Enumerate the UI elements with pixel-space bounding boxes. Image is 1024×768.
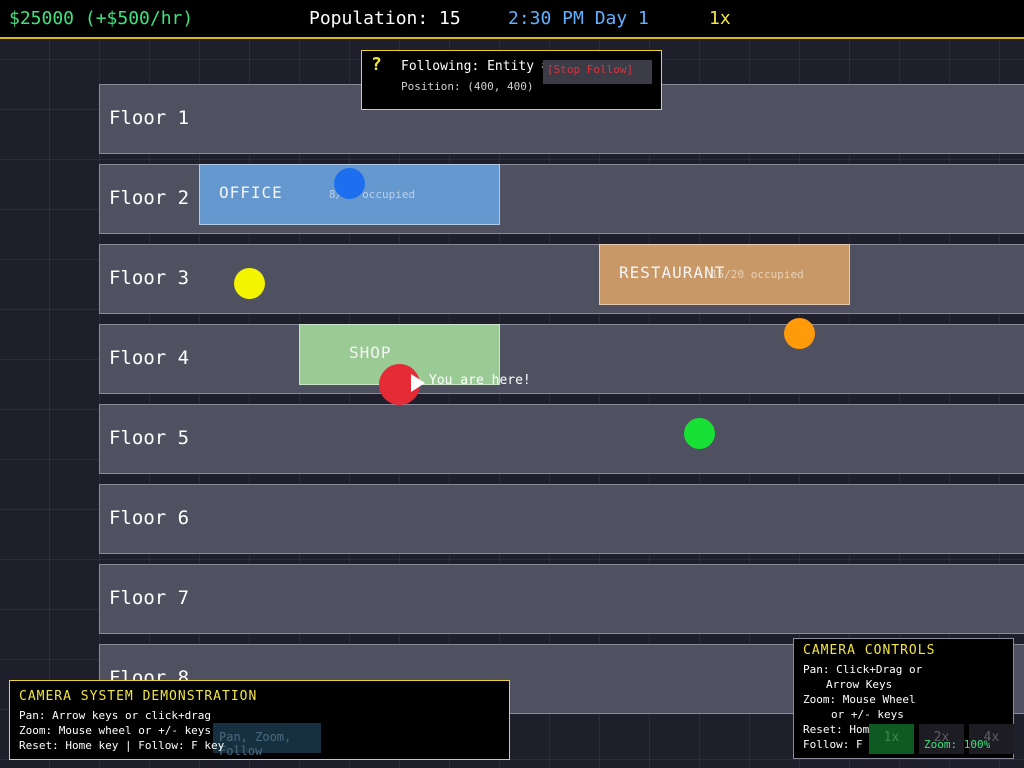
camera-controls-panel: CAMERA CONTROLS Pan: Click+Drag or Arrow… xyxy=(793,638,1014,759)
population-display: Population: 15 xyxy=(309,8,461,29)
time-display: 2:30 PM Day 1 xyxy=(508,8,649,29)
stop-follow-button[interactable]: [Stop Follow] xyxy=(543,60,652,84)
camera-line-reset: Reset: Home xyxy=(803,723,876,736)
following-position: Position: (400, 400) xyxy=(401,80,534,93)
you-are-here-label: You are here! xyxy=(429,373,531,388)
entity-orange[interactable] xyxy=(784,318,815,349)
zoom-indicator: Zoom: 100% xyxy=(924,738,991,751)
floor-label: Floor 6 xyxy=(109,507,190,529)
camera-line-follow: Follow: F xyxy=(803,738,863,751)
floor-label: Floor 5 xyxy=(109,427,190,449)
demo-title: CAMERA SYSTEM DEMONSTRATION xyxy=(19,689,258,704)
floor-6[interactable]: Floor 6 xyxy=(99,484,1024,554)
camera-line-zoom-2: or +/- keys xyxy=(831,708,904,721)
floor-5[interactable]: Floor 5 xyxy=(99,404,1024,474)
room-name: SHOP xyxy=(349,343,392,362)
entity-blue[interactable] xyxy=(334,168,365,199)
room-name: RESTAURANT xyxy=(619,263,726,282)
camera-title: CAMERA CONTROLS xyxy=(803,643,936,658)
demo-line-reset: Reset: Home key | Follow: F key xyxy=(19,739,225,752)
floor-label: Floor 3 xyxy=(109,267,190,289)
camera-line-pan-2: Arrow Keys xyxy=(826,678,893,691)
following-title: Following: Entity #42 xyxy=(401,59,566,74)
money-display: $25000 (+$500/hr) xyxy=(9,8,194,29)
question-icon: ? xyxy=(371,54,382,75)
marker-arrow-icon xyxy=(411,374,425,392)
zoom-1x-button[interactable]: 1x xyxy=(869,724,914,754)
floor-label: Floor 2 xyxy=(109,187,190,209)
following-panel: ? Following: Entity #42 Position: (400, … xyxy=(361,50,662,110)
camera-line-pan: Pan: Click+Drag or xyxy=(803,663,923,676)
demo-mode-button[interactable]: Pan, Zoom, Follow xyxy=(213,723,321,758)
floor-label: Floor 1 xyxy=(109,107,190,129)
demo-line-pan: Pan: Arrow keys or click+drag xyxy=(19,709,212,722)
floor-7[interactable]: Floor 7 xyxy=(99,564,1024,634)
entity-green[interactable] xyxy=(684,418,715,449)
room-name: OFFICE xyxy=(219,183,283,202)
entity-yellow[interactable] xyxy=(234,268,265,299)
camera-line-zoom: Zoom: Mouse Wheel xyxy=(803,693,916,706)
demo-line-zoom: Zoom: Mouse wheel or +/- keys xyxy=(19,724,212,737)
top-hud: $25000 (+$500/hr) Population: 15 2:30 PM… xyxy=(0,0,1024,39)
game-speed-display[interactable]: 1x xyxy=(709,8,731,29)
demo-panel: CAMERA SYSTEM DEMONSTRATION Pan, Zoom, F… xyxy=(9,680,510,760)
floor-4[interactable]: Floor 4 xyxy=(99,324,1024,394)
restaurant-room[interactable]: 15/20 occupied RESTAURANT xyxy=(599,244,850,305)
floor-label: Floor 4 xyxy=(109,347,190,369)
floor-label: Floor 7 xyxy=(109,587,190,609)
